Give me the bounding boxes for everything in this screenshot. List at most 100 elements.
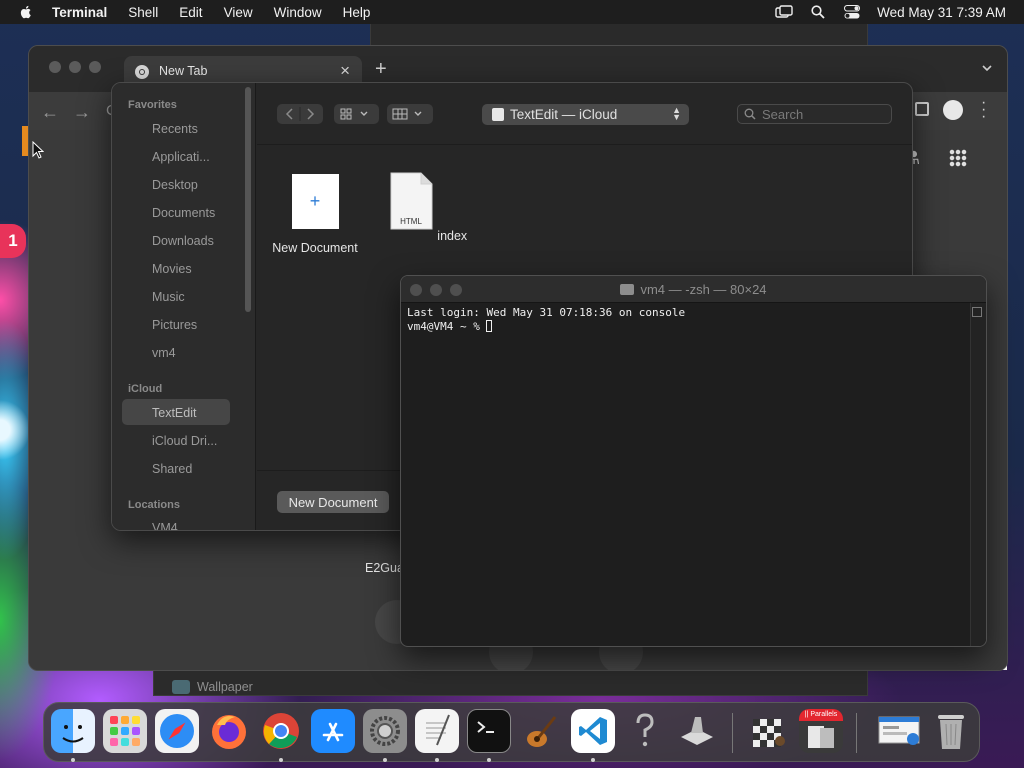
split-pane-icon[interactable] — [972, 307, 982, 317]
dock-utility[interactable] — [675, 709, 719, 753]
wallpaper-label: Wallpaper — [197, 680, 253, 694]
trash-icon — [938, 715, 964, 749]
new-document-button[interactable]: New Document — [277, 491, 389, 513]
dock-app-store[interactable] — [311, 709, 355, 753]
menu-edit[interactable]: Edit — [179, 5, 202, 20]
search-field[interactable]: Search — [737, 104, 892, 124]
dock-launchpad[interactable] — [103, 709, 147, 753]
search-icon — [744, 108, 756, 120]
terminal-prompt: vm4@VM4 ~ % — [407, 320, 487, 333]
minimize-window-button[interactable] — [69, 61, 81, 73]
sidebar-item-documents[interactable]: Documents — [152, 206, 215, 220]
locations-header: Locations — [128, 499, 180, 511]
html-badge: HTML — [400, 217, 422, 226]
dock-firefox[interactable] — [207, 709, 251, 753]
up-down-chevron-icon: ▲ ▼ — [672, 105, 681, 122]
background-wallpaper-window: Wallpaper — [153, 670, 868, 696]
running-indicator — [383, 758, 387, 762]
google-apps-icon[interactable] — [949, 149, 967, 167]
new-document-icon: + — [291, 174, 339, 229]
screen-mirroring-icon[interactable] — [775, 4, 793, 20]
forward-button[interactable]: → — [73, 102, 91, 123]
zoom-window-button[interactable] — [89, 61, 101, 73]
dock-visual-studio-code[interactable] — [571, 709, 615, 753]
sidebar-item-applications[interactable]: Applicati... — [152, 150, 210, 164]
location-label: TextEdit — iCloud — [510, 107, 618, 122]
menu-help[interactable]: Help — [343, 5, 371, 20]
terminal-icon — [477, 721, 494, 733]
dock-trash[interactable] — [929, 709, 973, 753]
icon-view-button[interactable] — [334, 104, 379, 124]
html-file-icon: HTML — [390, 172, 433, 230]
sidebar-scrollbar[interactable] — [245, 87, 251, 312]
chevron-down-icon[interactable] — [981, 62, 993, 74]
terminal-window: vm4 — -zsh — 80×24 Last login: Wed May 3… — [400, 275, 987, 647]
terminal-scrollbar[interactable] — [970, 303, 986, 646]
utility-icon — [681, 717, 713, 745]
left-peeking-window: 1 — [0, 100, 28, 680]
sidebar-item-music[interactable]: Music — [152, 290, 185, 304]
parallels-label: || Parallels — [799, 709, 843, 721]
spotlight-search-icon[interactable] — [809, 4, 827, 20]
location-popup[interactable]: TextEdit — iCloud ▲ ▼ — [482, 104, 689, 125]
close-window-button[interactable] — [49, 61, 61, 73]
vscode-icon — [579, 717, 607, 745]
dock-safari[interactable] — [155, 709, 199, 753]
search-placeholder: Search — [762, 106, 804, 122]
apple-menu-icon[interactable] — [18, 4, 34, 20]
sidebar-item-vm4[interactable]: vm4 — [152, 346, 176, 360]
dock-preview[interactable] — [877, 709, 921, 753]
sidebar-item-vm4-disk[interactable]: VM4 — [152, 521, 178, 530]
menu-clock[interactable]: Wed May 31 7:39 AM — [877, 5, 1006, 20]
profile-avatar-icon[interactable] — [943, 100, 963, 120]
icloud-header: iCloud — [128, 383, 163, 395]
dock-garageband[interactable] — [519, 709, 563, 753]
terminal-titlebar[interactable]: vm4 — -zsh — 80×24 — [401, 276, 986, 303]
running-indicator — [71, 758, 75, 762]
textedit-folder-icon — [492, 108, 504, 121]
sidebar-item-downloads[interactable]: Downloads — [152, 234, 214, 248]
notification-badge: 1 — [0, 224, 26, 258]
menu-shell[interactable]: Shell — [128, 5, 158, 20]
new-tab-button[interactable]: + — [375, 58, 387, 81]
sidebar-item-shared[interactable]: Shared — [152, 462, 192, 476]
menu-view[interactable]: View — [224, 5, 253, 20]
sidebar-item-desktop[interactable]: Desktop — [152, 178, 198, 192]
dock-google-chrome[interactable] — [259, 709, 303, 753]
dock-help[interactable] — [623, 709, 667, 753]
launchpad-icon — [110, 716, 140, 746]
dock-system-settings[interactable] — [363, 709, 407, 753]
sidebar-item-pictures[interactable]: Pictures — [152, 318, 197, 332]
terminal-output[interactable]: Last login: Wed May 31 07:18:36 on conso… — [407, 306, 967, 334]
running-indicator — [279, 758, 283, 762]
tab-close-icon[interactable]: × — [340, 61, 350, 81]
group-view-button[interactable] — [387, 104, 433, 124]
dock-chess[interactable] — [747, 709, 791, 753]
more-menu-icon[interactable]: · · · — [981, 95, 986, 125]
dock-terminal[interactable] — [467, 709, 511, 753]
dock-finder[interactable] — [51, 709, 95, 753]
terminal-title-text: vm4 — -zsh — 80×24 — [640, 282, 767, 297]
chrome-icon — [135, 65, 149, 79]
side-panel-icon[interactable] — [915, 102, 929, 116]
shortcut-label[interactable]: E2Gua — [365, 561, 404, 575]
app-menu-terminal[interactable]: Terminal — [52, 5, 107, 20]
sidebar-item-recents[interactable]: Recents — [152, 122, 198, 136]
gear-icon — [370, 716, 400, 746]
window-controls — [49, 61, 101, 73]
dock-parallels[interactable]: || Parallels — [799, 709, 843, 753]
sidebar-item-textedit[interactable]: TextEdit — [152, 406, 196, 420]
parallels-icon — [808, 726, 834, 748]
back-forward-buttons[interactable] — [277, 104, 323, 124]
menu-window[interactable]: Window — [274, 5, 322, 20]
finder-toolbar: TextEdit — iCloud ▲ ▼ Search — [257, 83, 912, 145]
dock-textedit[interactable] — [415, 709, 459, 753]
file-name: New Document — [272, 241, 358, 255]
back-button[interactable]: ← — [41, 102, 59, 123]
file-index-html[interactable]: HTML index — [383, 171, 473, 243]
file-name: index — [437, 229, 468, 243]
control-center-icon[interactable] — [843, 4, 861, 20]
sidebar-item-movies[interactable]: Movies — [152, 262, 192, 276]
sidebar-item-icloud-drive[interactable]: iCloud Dri... — [152, 434, 217, 448]
file-new-document[interactable]: + New Document — [265, 174, 365, 255]
